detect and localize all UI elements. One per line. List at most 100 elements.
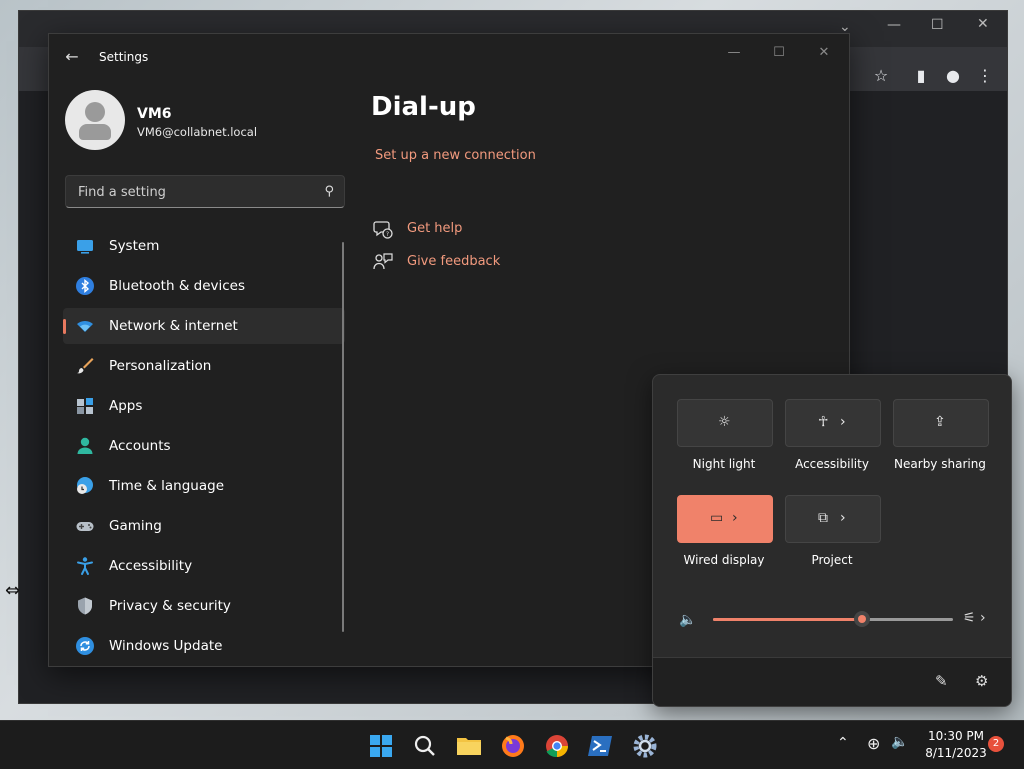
sidebar-item-label: Time & language [109,478,225,494]
sidebar-item-accessibility[interactable]: Accessibility [63,548,345,584]
night-light-toggle[interactable]: ☼ [677,399,773,447]
minimize-button[interactable]: — [721,42,747,64]
close-button[interactable]: ✕ [811,42,837,64]
notification-badge[interactable]: 2 [988,736,1004,752]
firefox-icon[interactable] [496,729,530,763]
sidebar-item-label: Gaming [109,518,162,534]
project-toggle[interactable]: ⧉ › [785,495,881,543]
project-icon: ⧉ [818,510,828,526]
chevron-right-icon[interactable]: › [840,414,846,430]
app-title: Settings [99,50,149,64]
avatar[interactable] [65,90,125,150]
sidebar-item-label: Accessibility [109,558,193,574]
shield-icon [78,597,92,615]
clock-date[interactable]: 8/11/2023 [918,746,994,760]
share-icon: ⇪ [934,414,946,430]
quick-settings-panel: ☼ Night light ☥ › Accessibility ⇪ Nearby… [652,374,1012,707]
volume-icon[interactable]: 🔈 [891,734,908,750]
page-title: Dial-up [371,92,476,122]
sidebar-item-bluetooth[interactable]: Bluetooth & devices [63,268,345,304]
sidebar-item-time-language[interactable]: Time & language [63,468,345,504]
tile-label: Accessibility [795,457,869,471]
volume-thumb[interactable] [853,611,870,627]
chrome-icon[interactable] [540,729,574,763]
start-icon[interactable] [364,729,398,763]
powershell-icon[interactable] [584,729,618,763]
sidebar-item-label: Personalization [109,358,212,374]
brush-icon [77,358,94,374]
sidebar-item-system[interactable]: System [63,228,345,264]
gear-icon[interactable]: ⚙ [975,672,988,690]
sidebar-item-network[interactable]: Network & internet [63,308,345,344]
minimize-icon[interactable]: — [887,17,901,33]
sidebar-item-label: Apps [109,398,143,414]
search-input[interactable] [76,176,310,209]
nearby-sharing-toggle[interactable]: ⇪ [893,399,989,447]
back-arrow-icon[interactable]: ← [61,46,83,68]
svg-text:?: ? [386,231,389,238]
update-icon [76,637,94,655]
gamepad-icon [76,522,94,531]
give-feedback-icon [373,253,393,270]
wifi-icon [77,320,93,332]
search-icon[interactable]: ⚲ [324,184,334,199]
accessibility-icon: ☥ [818,414,829,430]
user-name: VM6 [137,106,172,122]
sidebar-item-label: Network & internet [109,318,238,334]
clock-time[interactable]: 10:30 PM [918,729,994,743]
active-indicator [63,319,66,334]
tile-label: Nearby sharing [894,457,986,471]
apps-icon [77,398,93,414]
resize-cursor-icon: ⇔ [5,580,21,601]
quick-settings-footer: ✎ ⚙ [653,657,1011,706]
chevron-right-icon[interactable]: › [840,510,846,526]
tile-label: Wired display [683,553,765,567]
monitor-icon [77,240,93,254]
sidebar-item-personalization[interactable]: Personalization [63,348,345,384]
menu-icon[interactable]: ⋮ [973,64,997,88]
wired-display-toggle[interactable]: ▭ › [677,495,773,543]
star-icon[interactable]: ☆ [869,64,893,88]
sidebar-item-apps[interactable]: Apps [63,388,345,424]
speaker-icon[interactable]: 🔈 [679,612,696,628]
volume-slider[interactable] [713,611,953,627]
get-help-icon: ? [373,221,393,239]
sidebar-item-privacy[interactable]: Privacy & security [63,588,345,624]
person-icon [77,437,93,454]
tile-label: Project [811,553,853,567]
audio-output-selector-icon[interactable]: ⚟ › [963,610,986,626]
get-help-link[interactable]: Get help [407,221,462,236]
network-globe-icon[interactable]: ⊕ [867,734,880,753]
setup-new-connection-link[interactable]: Set up a new connection [375,148,536,163]
sidebar-item-label: Bluetooth & devices [109,278,246,294]
file-explorer-icon[interactable] [452,729,486,763]
chevron-up-icon[interactable]: ⌃ [837,735,849,751]
bluetooth-icon [76,277,94,295]
sidebar-item-label: Privacy & security [109,598,231,614]
settings-icon[interactable] [628,729,662,763]
maximize-icon[interactable]: ☐ [931,17,944,33]
tile-label: Night light [692,457,756,471]
give-feedback-link[interactable]: Give feedback [407,254,500,269]
sidebar-item-gaming[interactable]: Gaming [63,508,345,544]
close-icon[interactable]: ✕ [977,16,989,32]
taskbar: ⌃ ⊕ 🔈 10:30 PM 8/11/2023 [0,720,1024,769]
accessibility-toggle[interactable]: ☥ › [785,399,881,447]
volume-fill [713,618,862,621]
profile-icon[interactable]: ● [941,64,965,88]
globe-clock-icon [77,477,93,494]
search-box: ⚲ [65,175,345,209]
sidebar-scrollbar[interactable] [342,242,344,632]
sidebar-item-windows-update[interactable]: Windows Update [63,628,345,664]
night-light-icon: ☼ [718,414,731,430]
side-panel-icon[interactable]: ▮ [909,64,933,88]
desktop: { "settings": { "app_title": "Settings",… [0,0,1024,769]
maximize-button[interactable]: ☐ [766,42,792,64]
title-bar: ← Settings — ☐ ✕ [49,34,849,82]
sidebar-item-accounts[interactable]: Accounts [63,428,345,464]
sidebar-item-label: Accounts [109,438,171,454]
accessibility-icon [77,557,93,575]
chevron-right-icon[interactable]: › [732,510,738,526]
search-icon[interactable] [408,729,442,763]
edit-pencil-icon[interactable]: ✎ [935,672,948,690]
